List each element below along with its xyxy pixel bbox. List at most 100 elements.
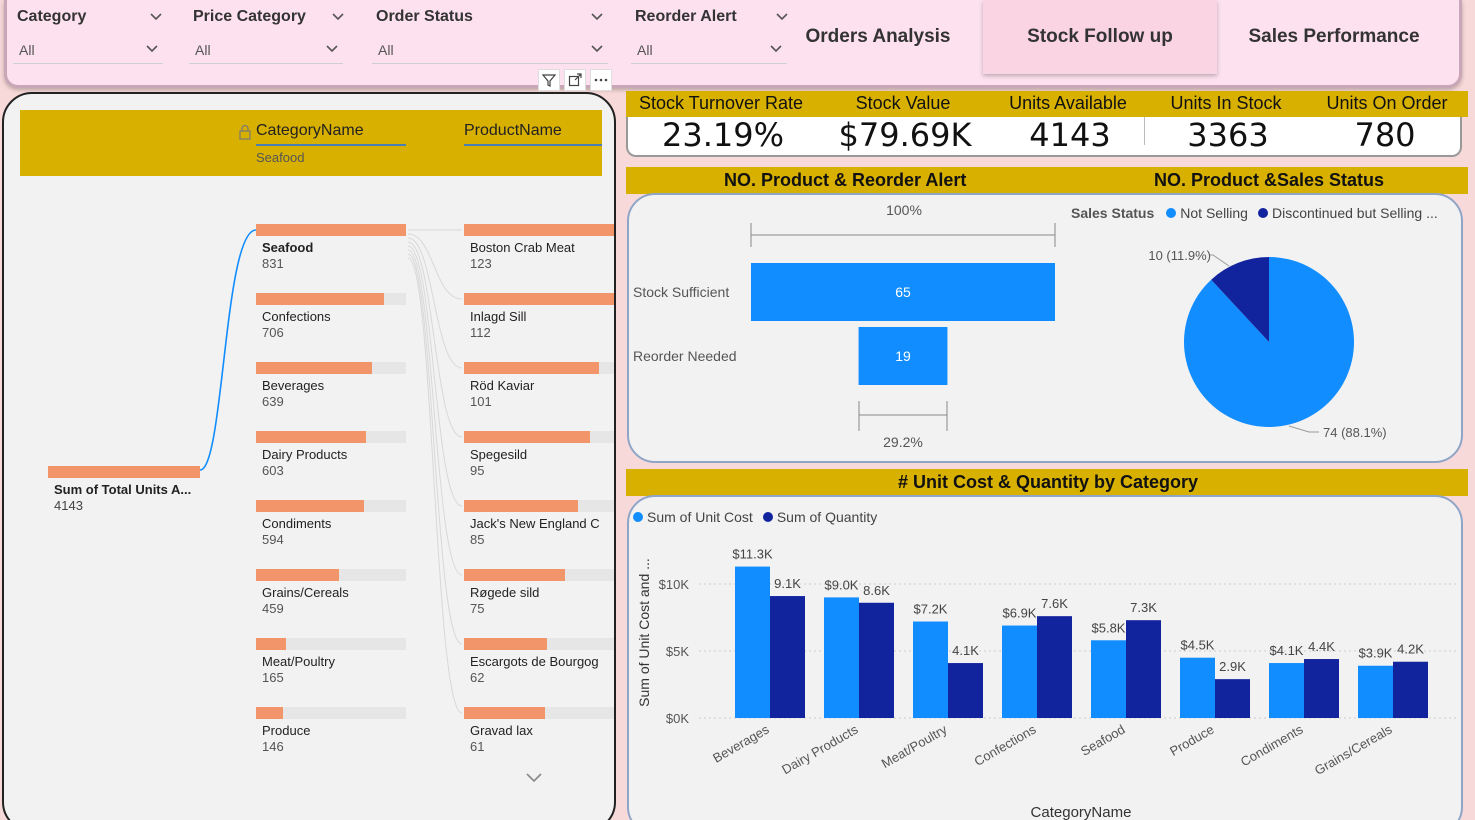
slicer-title: Order Status (376, 8, 473, 25)
column-data-label: $6.9K (1003, 606, 1037, 621)
kpi-label: Stock Turnover Rate (638, 93, 804, 113)
product-node[interactable]: Inlagd Sill 112 (464, 293, 614, 341)
column-data-label: $4.5K (1181, 638, 1215, 653)
chevron-down-icon[interactable] (590, 10, 604, 24)
bar-fill (464, 500, 578, 512)
chevron-down-icon[interactable] (149, 10, 163, 24)
slicer-dropdown[interactable]: All (13, 36, 163, 64)
column-bar (1037, 616, 1072, 718)
legend-dot (633, 512, 643, 522)
product-node[interactable]: Jack's New England C 85 (464, 500, 614, 548)
kpi-label: Units On Order (1326, 93, 1448, 113)
pie-chart[interactable]: 74 (88.1%) 10 (11.9%) (629, 195, 1461, 461)
product-node[interactable]: Röd Kaviar 101 (464, 362, 614, 410)
slicer-value: All (637, 42, 653, 58)
decomposition-tree: CategoryName Seafood ProductName Sum of … (2, 92, 616, 820)
product-value: 61 (470, 739, 485, 754)
slicer-dropdown[interactable]: All (372, 36, 608, 64)
column-data-label: 9.1K (774, 576, 801, 591)
category-node[interactable]: Seafood 831 (256, 224, 406, 272)
bar-fill (256, 638, 286, 650)
category-label: Condiments (262, 516, 332, 531)
product-value: 123 (470, 256, 492, 271)
nav-stock-follow-up-button[interactable]: Stock Follow up (983, 0, 1217, 74)
nav-orders-analysis-button[interactable]: Orders Analysis (787, 0, 969, 74)
bar-fill (256, 431, 366, 443)
x-tick-label: Beverages (710, 721, 772, 765)
column-data-label: 7.6K (1041, 596, 1068, 611)
bar-fill (256, 293, 384, 305)
column-data-label: 4.1K (952, 643, 979, 658)
divider (1144, 117, 1145, 145)
kpi-row: Stock Turnover Rate Stock Value Units Av… (626, 91, 1468, 158)
y-tick-label: $5K (666, 644, 689, 659)
bar-legend-item[interactable]: Sum of Unit Cost (647, 509, 753, 525)
pie-leader-line (1288, 425, 1319, 433)
product-value: 112 (470, 325, 491, 340)
product-value: 62 (470, 670, 485, 685)
funnel-pie-panel: 100% 65 Stock Sufficient 19 Reorder Needed … (627, 193, 1463, 463)
chevron-down-icon[interactable] (331, 10, 345, 24)
product-label: Boston Crab Meat (470, 240, 575, 255)
slicer-value: All (195, 42, 211, 58)
product-value: 75 (470, 601, 485, 616)
column-bar (1002, 625, 1037, 718)
section-title-reorder: NO. Product & Reorder Alert (724, 170, 967, 190)
filter-bar: Category All Price Category All Order St… (4, 0, 1462, 88)
product-node[interactable]: Escargots de Bourgog 62 (464, 638, 614, 686)
kpi-label: Units Available (1009, 93, 1127, 113)
product-node[interactable]: Boston Crab Meat 123 (464, 224, 614, 272)
category-value: 594 (262, 532, 284, 547)
product-node[interactable]: Spegesild 95 (464, 431, 614, 479)
focus-mode-icon[interactable] (564, 69, 586, 91)
x-tick-label: Seafood (1078, 722, 1127, 759)
kpi-labels: Stock Turnover Rate Stock Value Units Av… (626, 91, 1468, 117)
column-bar (1126, 620, 1161, 718)
column-data-label: $3.9K (1359, 646, 1393, 661)
nav-sales-performance-button[interactable]: Sales Performance (1229, 0, 1439, 74)
chevron-down-icon[interactable] (524, 770, 544, 784)
category-value: 165 (262, 670, 284, 685)
more-options-icon[interactable] (590, 69, 612, 91)
category-value: 459 (262, 601, 284, 616)
category-node[interactable]: Condiments 594 (256, 500, 406, 548)
column-bar (1215, 679, 1250, 718)
category-value: 706 (262, 325, 284, 340)
y-axis-label: Sum of Unit Cost and ... (636, 558, 652, 707)
column-bar (1304, 659, 1339, 718)
column-data-label: $7.2K (914, 602, 948, 617)
bar-fill (256, 707, 283, 719)
category-label: Beverages (262, 378, 325, 393)
slicer-dropdown[interactable]: All (189, 36, 343, 64)
column-bar (1180, 657, 1215, 718)
category-node[interactable]: Meat/Poultry 165 (256, 638, 406, 686)
x-tick-label: Meat/Poultry (879, 721, 950, 771)
product-node[interactable]: Gravad lax 61 (464, 707, 614, 755)
tree-root-bar[interactable] (48, 466, 200, 478)
category-node[interactable]: Grains/Cereals 459 (256, 569, 406, 617)
category-node[interactable]: Beverages 639 (256, 362, 406, 410)
bar-legend-item[interactable]: Sum of Quantity (777, 509, 877, 525)
column-data-label: 4.2K (1397, 642, 1424, 657)
category-node[interactable]: Confections 706 (256, 293, 406, 341)
filter-icon[interactable] (538, 69, 560, 91)
tree-root-label: Sum of Total Units A... (54, 482, 192, 497)
bar-fill (256, 569, 339, 581)
product-label: Jack's New England C (470, 516, 600, 531)
product-node[interactable]: Røgede sild 75 (464, 569, 614, 617)
section-header-unit-cost: # Unit Cost & Quantity by Category (626, 469, 1468, 496)
category-node[interactable]: Produce 146 (256, 707, 406, 755)
kpi-label: Units In Stock (1170, 93, 1282, 113)
section-header-reorder-sales: NO. Product & Reorder Alert NO. Product … (626, 167, 1468, 194)
pie-data-label: 74 (88.1%) (1323, 425, 1387, 440)
column-bar (913, 621, 948, 718)
pie-data-label: 10 (11.9%) (1148, 248, 1211, 263)
category-label: Seafood (262, 240, 314, 255)
slicer-dropdown[interactable]: All (631, 36, 787, 64)
slicer-title: Category (17, 8, 87, 25)
column-bar (948, 663, 983, 718)
product-value: 101 (470, 394, 492, 409)
column-bar (824, 597, 859, 718)
category-node[interactable]: Dairy Products 603 (256, 431, 406, 479)
clustered-column-chart[interactable]: $0K $5K $10K Sum of Unit Cost and ... Catego… (629, 497, 1461, 820)
